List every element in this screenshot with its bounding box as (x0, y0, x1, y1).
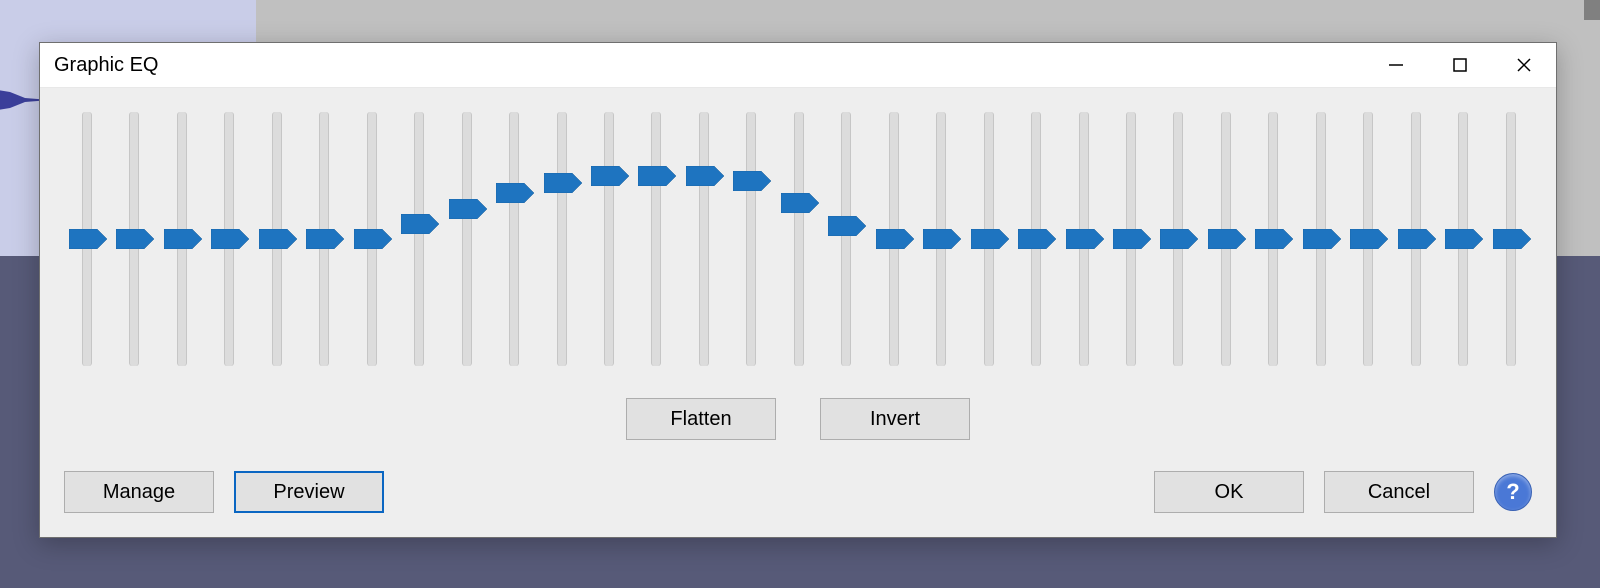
slider-track (794, 112, 804, 366)
slider-thumb[interactable] (1255, 229, 1293, 249)
slider-track (509, 112, 519, 366)
slider-thumb[interactable] (1303, 229, 1341, 249)
slider-track (699, 112, 709, 366)
eq-band-slider[interactable] (823, 112, 867, 366)
eq-band-slider[interactable] (491, 112, 535, 366)
slider-track (651, 112, 661, 366)
slider-track (557, 112, 567, 366)
eq-band-slider[interactable] (539, 112, 583, 366)
slider-thumb[interactable] (259, 229, 297, 249)
close-icon (1515, 56, 1533, 74)
eq-band-slider[interactable] (966, 112, 1010, 366)
slider-thumb[interactable] (1066, 229, 1104, 249)
eq-band-slider[interactable] (728, 112, 772, 366)
eq-band-slider[interactable] (444, 112, 488, 366)
eq-band-slider[interactable] (776, 112, 820, 366)
eq-band-slider[interactable] (159, 112, 203, 366)
eq-band-slider[interactable] (1203, 112, 1247, 366)
minimize-button[interactable] (1364, 43, 1428, 87)
eq-band-slider[interactable] (301, 112, 345, 366)
slider-thumb[interactable] (1208, 229, 1246, 249)
eq-band-slider[interactable] (1061, 112, 1105, 366)
slider-thumb[interactable] (1398, 229, 1436, 249)
slider-track (746, 112, 756, 366)
eq-band-slider[interactable] (1298, 112, 1342, 366)
slider-thumb[interactable] (69, 229, 107, 249)
eq-band-slider[interactable] (1393, 112, 1437, 366)
slider-thumb[interactable] (354, 229, 392, 249)
window-title: Graphic EQ (54, 54, 158, 77)
bottom-left-group: Manage Preview (64, 471, 384, 513)
slider-thumb[interactable] (828, 216, 866, 236)
slider-track (414, 112, 424, 366)
eq-band-slider[interactable] (349, 112, 393, 366)
eq-band-slider[interactable] (1440, 112, 1484, 366)
slider-thumb[interactable] (449, 199, 487, 219)
slider-thumb[interactable] (591, 166, 629, 186)
slider-thumb[interactable] (781, 193, 819, 213)
close-button[interactable] (1492, 43, 1556, 87)
maximize-button[interactable] (1428, 43, 1492, 87)
window-controls (1364, 43, 1556, 87)
graphic-eq-dialog: Graphic EQ Flatten (39, 42, 1557, 538)
ok-button[interactable]: OK (1154, 471, 1304, 513)
slider-thumb[interactable] (401, 214, 439, 234)
slider-thumb[interactable] (211, 229, 249, 249)
slider-thumb[interactable] (164, 229, 202, 249)
eq-band-slider[interactable] (1155, 112, 1199, 366)
eq-band-slider[interactable] (1345, 112, 1389, 366)
eq-band-slider[interactable] (633, 112, 677, 366)
flatten-button[interactable]: Flatten (626, 398, 776, 440)
maximize-icon (1451, 56, 1469, 74)
slider-thumb[interactable] (1445, 229, 1483, 249)
slider-thumb[interactable] (1160, 229, 1198, 249)
slider-thumb[interactable] (923, 229, 961, 249)
slider-track (462, 112, 472, 366)
slider-track (604, 112, 614, 366)
slider-thumb[interactable] (876, 229, 914, 249)
help-button[interactable]: ? (1494, 473, 1532, 511)
slider-thumb[interactable] (306, 229, 344, 249)
slider-thumb[interactable] (733, 171, 771, 191)
slider-thumb[interactable] (1350, 229, 1388, 249)
slider-thumb[interactable] (1493, 229, 1531, 249)
dialog-client-area: Flatten Invert Manage Preview OK Cancel … (40, 87, 1556, 537)
eq-band-slider[interactable] (396, 112, 440, 366)
preview-button[interactable]: Preview (234, 471, 384, 513)
eq-band-slider[interactable] (111, 112, 155, 366)
eq-band-slider[interactable] (586, 112, 630, 366)
slider-thumb[interactable] (971, 229, 1009, 249)
bottom-button-row: Manage Preview OK Cancel ? (64, 471, 1532, 513)
center-button-row: Flatten Invert (40, 398, 1556, 440)
eq-band-slider[interactable] (206, 112, 250, 366)
eq-band-slider[interactable] (1250, 112, 1294, 366)
slider-thumb[interactable] (638, 166, 676, 186)
slider-thumb[interactable] (1018, 229, 1056, 249)
eq-band-slider[interactable] (254, 112, 298, 366)
invert-button[interactable]: Invert (820, 398, 970, 440)
background-edge (1584, 0, 1600, 20)
eq-band-slider[interactable] (1108, 112, 1152, 366)
eq-slider-row (64, 112, 1532, 366)
cancel-button[interactable]: Cancel (1324, 471, 1474, 513)
titlebar: Graphic EQ (40, 43, 1556, 87)
eq-band-slider[interactable] (871, 112, 915, 366)
slider-thumb[interactable] (1113, 229, 1151, 249)
eq-band-slider[interactable] (1013, 112, 1057, 366)
slider-thumb[interactable] (544, 173, 582, 193)
slider-track (841, 112, 851, 366)
minimize-icon (1387, 56, 1405, 74)
slider-thumb[interactable] (496, 183, 534, 203)
eq-band-slider[interactable] (64, 112, 108, 366)
slider-thumb[interactable] (116, 229, 154, 249)
manage-button[interactable]: Manage (64, 471, 214, 513)
slider-thumb[interactable] (686, 166, 724, 186)
eq-band-slider[interactable] (1488, 112, 1532, 366)
eq-band-slider[interactable] (918, 112, 962, 366)
eq-band-slider[interactable] (681, 112, 725, 366)
bottom-right-group: OK Cancel ? (1154, 471, 1532, 513)
